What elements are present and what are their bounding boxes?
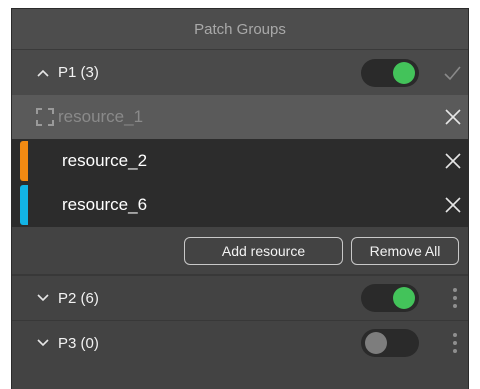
panel-title: Patch Groups [194, 20, 286, 38]
group-header-p1[interactable]: P1 (3) [12, 50, 468, 95]
toggle-knob [393, 287, 415, 309]
resource-row[interactable]: resource_2 [12, 139, 468, 183]
more-vertical-icon[interactable] [452, 333, 458, 353]
resource-row[interactable]: resource_6 [12, 183, 468, 227]
group-label: P3 (0) [58, 334, 99, 352]
close-icon[interactable] [443, 151, 463, 171]
group-header-p2[interactable]: P2 (6) [12, 275, 468, 320]
panel-title-bar: Patch Groups [12, 9, 468, 50]
resource-color-bar [20, 141, 28, 181]
resource-placeholder-row[interactable]: resource_1 [12, 95, 468, 139]
placeholder-frame-icon [36, 108, 54, 126]
group-toggle-p3[interactable] [361, 329, 419, 357]
chevron-down-icon[interactable] [36, 291, 50, 305]
close-icon[interactable] [443, 195, 463, 215]
resource-placeholder-label: resource_1 [58, 107, 144, 126]
resource-label: resource_2 [62, 151, 148, 170]
add-resource-button[interactable]: Add resource [184, 236, 343, 265]
chevron-up-icon[interactable] [36, 66, 50, 80]
group-toggle-p2[interactable] [361, 284, 419, 312]
remove-all-button[interactable]: Remove All [351, 236, 459, 265]
toggle-knob [393, 61, 415, 84]
group-label: P2 (6) [58, 289, 99, 307]
toggle-knob [365, 332, 387, 354]
more-vertical-icon[interactable] [452, 288, 458, 308]
close-icon[interactable] [443, 107, 463, 127]
group-actions: Add resource Remove All [12, 227, 468, 275]
chevron-down-icon[interactable] [36, 336, 50, 350]
patch-groups-panel: Patch Groups P1 (3) resource_1 resource_… [11, 8, 469, 389]
group-header-p3[interactable]: P3 (0) [12, 320, 468, 365]
group-label: P1 (3) [58, 64, 99, 81]
group-toggle-p1[interactable] [361, 58, 419, 87]
resource-color-bar [20, 185, 28, 225]
check-icon[interactable] [442, 63, 462, 83]
resource-label: resource_6 [62, 195, 148, 214]
